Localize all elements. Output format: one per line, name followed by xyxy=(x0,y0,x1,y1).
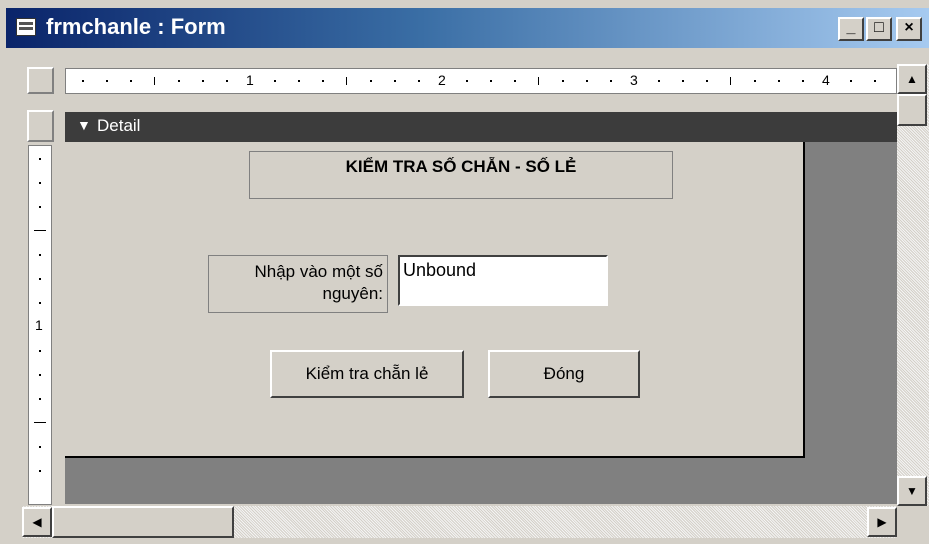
scroll-down-button[interactable]: ▼ xyxy=(897,476,927,506)
ruler-tick xyxy=(874,80,876,82)
ruler-tick xyxy=(562,80,564,82)
scroll-right-button[interactable]: ▶ xyxy=(867,507,897,537)
ruler-tick xyxy=(39,374,41,376)
ruler-tick xyxy=(39,278,41,280)
detail-section-label: Detail xyxy=(97,116,141,135)
ruler-number: 3 xyxy=(630,72,638,88)
ruler-tick xyxy=(274,80,276,82)
ruler-tick xyxy=(154,77,155,85)
ruler-number: 4 xyxy=(822,72,830,88)
ruler-tick xyxy=(538,77,539,85)
ruler-tick xyxy=(202,80,204,82)
ruler-number: 1 xyxy=(246,72,254,88)
scroll-left-button[interactable]: ◀ xyxy=(22,507,52,537)
ruler-tick xyxy=(39,158,41,160)
ruler-tick xyxy=(850,80,852,82)
ruler-tick xyxy=(39,206,41,208)
ruler-tick xyxy=(39,470,41,472)
form-design-window: frmchanle : Form _ □ × 1 2 3 4 ▼ Detail 1 K… xyxy=(0,0,929,544)
ruler-tick xyxy=(610,80,612,82)
vertical-scrollbar[interactable]: ▲ ▼ xyxy=(897,64,929,506)
close-form-button[interactable]: Đóng xyxy=(488,350,640,398)
ruler-tick xyxy=(130,80,132,82)
ruler-tick xyxy=(39,254,41,256)
horizontal-scrollbar[interactable]: ◀ ▶ xyxy=(22,506,897,538)
design-area: KIỂM TRA SỐ CHẴN - SỐ LẺ Nhập vào một số… xyxy=(65,142,897,504)
scrollbar-corner xyxy=(897,506,929,538)
ruler-tick xyxy=(178,80,180,82)
ruler-tick xyxy=(298,80,300,82)
ruler-tick xyxy=(778,80,780,82)
vertical-ruler[interactable]: 1 xyxy=(28,145,52,505)
ruler-tick xyxy=(346,77,347,85)
section-arrow-icon: ▼ xyxy=(77,117,91,133)
ruler-number: 1 xyxy=(35,317,43,333)
scroll-up-button[interactable]: ▲ xyxy=(897,64,927,94)
ruler-tick xyxy=(466,80,468,82)
ruler-number: 2 xyxy=(438,72,446,88)
ruler-tick xyxy=(106,80,108,82)
form-icon[interactable] xyxy=(16,18,36,36)
ruler-tick xyxy=(586,80,588,82)
ruler-tick xyxy=(39,350,41,352)
ruler-tick xyxy=(39,446,41,448)
vertical-scroll-thumb[interactable] xyxy=(897,94,927,126)
ruler-tick xyxy=(82,80,84,82)
ruler-tick xyxy=(39,182,41,184)
title-bar[interactable]: frmchanle : Form _ □ × xyxy=(6,8,929,48)
title-label[interactable]: KIỂM TRA SỐ CHẴN - SỐ LẺ xyxy=(249,151,673,199)
ruler-tick xyxy=(394,80,396,82)
vertical-scroll-track[interactable] xyxy=(897,64,929,506)
ruler-tick xyxy=(322,80,324,82)
ruler-tick xyxy=(370,80,372,82)
form-detail-surface[interactable]: KIỂM TRA SỐ CHẴN - SỐ LẺ Nhập vào một số… xyxy=(65,142,805,458)
ruler-tick xyxy=(39,302,41,304)
ruler-tick xyxy=(418,80,420,82)
form-selector[interactable] xyxy=(27,67,54,94)
minimize-button[interactable]: _ xyxy=(838,17,864,41)
ruler-tick xyxy=(802,80,804,82)
ruler-tick xyxy=(658,80,660,82)
ruler-tick xyxy=(39,398,41,400)
horizontal-scroll-thumb[interactable] xyxy=(52,506,234,538)
ruler-tick xyxy=(514,80,516,82)
input-label[interactable]: Nhập vào một số nguyên: xyxy=(208,255,388,313)
number-input[interactable]: Unbound xyxy=(398,255,608,306)
horizontal-ruler[interactable]: 1 2 3 4 xyxy=(65,68,897,94)
window-title: frmchanle : Form xyxy=(46,14,226,39)
ruler-tick xyxy=(682,80,684,82)
ruler-tick xyxy=(34,422,46,423)
check-even-odd-button[interactable]: Kiểm tra chẵn lẻ xyxy=(270,350,464,398)
ruler-tick xyxy=(754,80,756,82)
section-selector[interactable] xyxy=(27,110,54,142)
detail-section-bar[interactable]: ▼ Detail xyxy=(65,112,897,142)
ruler-tick xyxy=(706,80,708,82)
ruler-tick xyxy=(34,230,46,231)
maximize-button[interactable]: □ xyxy=(866,17,892,41)
close-button[interactable]: × xyxy=(896,17,922,41)
ruler-tick xyxy=(226,80,228,82)
ruler-tick xyxy=(490,80,492,82)
ruler-tick xyxy=(730,77,731,85)
